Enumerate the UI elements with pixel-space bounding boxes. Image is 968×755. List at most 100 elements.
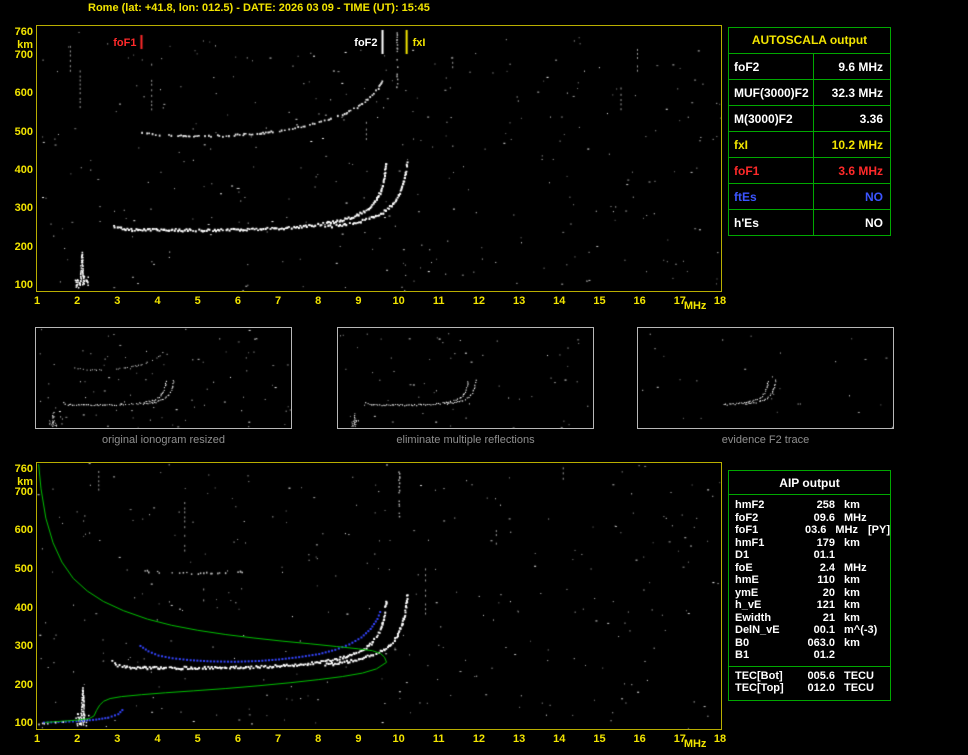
param-value: 32.3 MHz <box>813 80 890 105</box>
aip-row: ymE 20 km <box>729 587 890 600</box>
aip-table-title: AIP output <box>729 471 890 495</box>
param-name: hmE <box>735 574 759 587</box>
x-tick-label: 16 <box>633 733 646 745</box>
thumbnail-cleaned-canvas <box>338 328 593 428</box>
param-value: 00.1 <box>813 624 835 637</box>
param-name: D1 <box>735 549 750 562</box>
x-tick-label: 10 <box>392 733 405 745</box>
foF2-marker-label: foF2 <box>354 37 378 49</box>
param-name: foF1 <box>735 524 759 537</box>
y-tick-label: 400 <box>14 601 33 614</box>
y-tick-label: 760 <box>14 25 33 38</box>
aip-row: B1 01.2 <box>729 649 890 662</box>
y-axis-unit-label: km <box>17 475 33 488</box>
param-value: 3.6 MHz <box>813 158 890 183</box>
y-axis-unit-label: km <box>17 38 33 51</box>
param-unit: MHz <box>844 511 867 524</box>
aip-row: Ewidth 21 km <box>729 612 890 625</box>
x-tick-label: 13 <box>512 733 526 745</box>
x-tick-label: 14 <box>553 733 566 745</box>
aip-row: foF2 09.6 MHz <box>729 512 890 525</box>
x-tick-label: 16 <box>633 295 646 307</box>
param-unit: m^(-3) <box>844 624 878 637</box>
y-tick-label: 400 <box>14 164 33 177</box>
param-value: 20 <box>822 586 835 599</box>
thumbnail-original-canvas <box>36 328 291 428</box>
aip-row: hmF2 258 km <box>729 499 890 512</box>
param-value: 01.1 <box>813 549 835 562</box>
x-tick-label: 7 <box>274 733 282 745</box>
x-tick-label: 11 <box>432 295 445 307</box>
aip-row: TEC[Bot] 005.6 TECU <box>729 670 890 683</box>
param-name: hmF1 <box>735 536 765 549</box>
param-value: 03.6 <box>804 524 827 537</box>
param-value: NO <box>813 210 890 235</box>
param-name: B1 <box>735 649 750 662</box>
y-tick-label: 600 <box>14 524 33 537</box>
param-unit: TECU <box>844 682 874 695</box>
x-tick-label: 1 <box>33 733 41 745</box>
x-axis-unit-label: MHz <box>683 300 707 312</box>
param-unit: km <box>844 611 860 624</box>
aip-row: DelN_vE 00.1 m^(-3) <box>729 624 890 637</box>
param-unit: km <box>844 574 860 587</box>
param-name: ymE <box>735 586 759 599</box>
autoscala-output-screen: Rome (lat: +41.8, lon: 012.5) - DATE: 20… <box>0 0 968 755</box>
autoscala-row: ftEs NO <box>729 183 890 209</box>
x-tick-label: 10 <box>392 295 405 307</box>
param-name: TEC[Top] <box>735 682 784 695</box>
param-name: M(3000)F2 <box>734 111 793 126</box>
x-tick-label: 9 <box>355 733 362 745</box>
autoscala-row: h'Es NO <box>729 209 890 235</box>
thumbnail-original-ionogram <box>35 327 292 429</box>
param-name: MUF(3000)F2 <box>734 85 809 100</box>
x-tick-label: 2 <box>74 295 81 307</box>
param-unit: TECU <box>844 669 874 682</box>
param-value: 005.6 <box>807 669 835 682</box>
x-tick-label: 14 <box>553 295 566 307</box>
x-tick-label: 3 <box>114 295 121 307</box>
thumbnail-caption-cleaned: eliminate multiple reflections <box>396 434 535 446</box>
y-tick-label: 300 <box>14 640 33 653</box>
param-name: foE <box>735 561 753 574</box>
y-tick-label: 200 <box>14 240 33 253</box>
param-unit: MHz <box>835 524 858 537</box>
param-name: h'Es <box>734 215 759 230</box>
autoscala-row: foF1 3.6 MHz <box>729 157 890 183</box>
param-name: h_vE <box>735 599 762 612</box>
autoscala-row: foF2 9.6 MHz <box>729 53 890 79</box>
param-value: 9.6 MHz <box>813 54 890 79</box>
aip-row: hmE 110 km <box>729 574 890 587</box>
x-tick-label: 13 <box>512 295 526 307</box>
ionogram-plot-bottom <box>36 462 722 730</box>
param-flag: [PY] <box>868 524 890 537</box>
aip-row: h_vE 121 km <box>729 599 890 612</box>
thumbnail-f2-canvas <box>638 328 893 428</box>
aip-output-table: AIP output hmF2 258 km foF2 09.6 MHz foF1 03.6 M… <box>728 470 891 701</box>
autoscala-row: fxI 10.2 MHz <box>729 131 890 157</box>
param-value: 012.0 <box>807 682 835 695</box>
x-tick-label: 2 <box>74 733 81 745</box>
x-tick-label: 15 <box>593 733 606 745</box>
param-value: 3.36 <box>813 106 890 131</box>
aip-row: D1 01.1 <box>729 549 890 562</box>
x-tick-label: 6 <box>234 733 241 745</box>
x-tick-label: 4 <box>154 733 161 745</box>
param-value: 09.6 <box>813 511 835 524</box>
param-value: 063.0 <box>807 636 835 649</box>
thumbnail-cleaned-ionogram <box>337 327 594 429</box>
param-unit: km <box>844 586 860 599</box>
x-tick-label: 7 <box>274 295 282 307</box>
ionogram-bottom-canvas <box>37 463 721 729</box>
x-tick-label: 11 <box>432 733 445 745</box>
aip-table-rows: hmF2 258 km foF2 09.6 MHz foF1 03.6 MHz [PY] hmF1 1… <box>729 495 890 662</box>
param-unit: km <box>844 599 860 612</box>
x-tick-label: 1 <box>33 295 41 307</box>
x-tick-label: 6 <box>234 295 241 307</box>
x-tick-label: 8 <box>315 295 322 307</box>
thumbnail-caption-f2: evidence F2 trace <box>721 434 810 446</box>
y-tick-label: 200 <box>14 678 33 691</box>
param-value: 21 <box>822 611 835 624</box>
x-tick-label: 12 <box>472 733 486 745</box>
param-name: B0 <box>735 636 750 649</box>
